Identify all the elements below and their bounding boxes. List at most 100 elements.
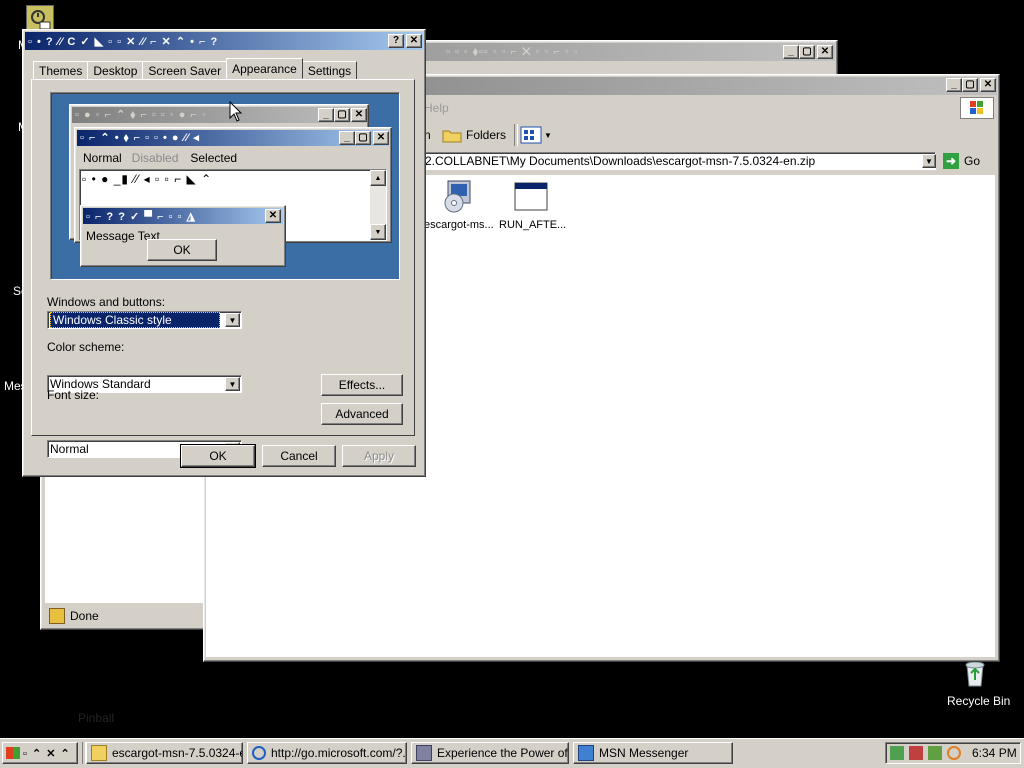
ie-icon — [252, 746, 266, 760]
task-button-explorer[interactable]: escargot-msn-7.5.0324-en — [86, 742, 243, 764]
zip-folder-icon — [91, 745, 107, 761]
go-button[interactable]: ➜ Go — [943, 152, 980, 170]
preview-msgbox-close: ✕ — [265, 209, 281, 223]
display-properties-dialog[interactable]: ▫ • ? ⁄⁄ C ✓ ◣ ▫ ▫ ✕ ⁄⁄ ⌐ ✕ ⌃ • ⌐ ? ? ✕ … — [22, 29, 426, 477]
task-label: MSN Messenger — [599, 746, 689, 760]
recycle-bin-icon — [965, 661, 985, 687]
preview-menu-bar: Normal Disabled Selected — [77, 149, 387, 167]
msn-messenger-icon — [578, 745, 594, 761]
back-maximize-button[interactable]: ▢ — [799, 45, 815, 59]
display-properties-icon — [416, 745, 432, 761]
tab-strip: Themes Desktop Screen Saver Appearance S… — [33, 58, 358, 79]
cancel-button[interactable]: Cancel — [262, 445, 336, 467]
windows-buttons-select[interactable]: Windows Classic style ▼ — [47, 311, 242, 329]
task-button-msn[interactable]: MSN Messenger — [573, 742, 733, 764]
tab-appearance[interactable]: Appearance — [226, 58, 303, 79]
address-value: 2.COLLABNET\My Documents\Downloads\escar… — [425, 154, 816, 168]
chevron-down-icon[interactable]: ▼ — [225, 377, 240, 391]
tab-screen-saver[interactable]: Screen Saver — [142, 61, 228, 79]
windows-buttons-label: Windows and buttons: — [47, 295, 166, 309]
scroll-up-icon: ▲ — [370, 170, 386, 186]
scroll-down-icon: ▼ — [370, 224, 386, 240]
start-windows-icon — [6, 747, 20, 759]
back-close-button[interactable]: ✕ — [817, 45, 833, 59]
system-tray: 6:34 PM — [885, 742, 1021, 764]
status-text: Done — [70, 609, 99, 623]
explorer-close-button[interactable]: ✕ — [980, 78, 996, 92]
help-button[interactable]: ? — [388, 34, 404, 48]
appearance-preview: ▫ ● ◦ ⌐ ⌃ ⬧ ⌐ ▫ ▫ ◦ ● ⌐ ◦ _ ▢ ✕ ▫ ⌐ ⌃ • … — [50, 92, 400, 280]
executable-icon — [514, 182, 548, 211]
recycle-bin-label: Recycle Bin — [947, 694, 1011, 708]
file-name: RUN_AFTE... — [499, 219, 567, 231]
tray-icon-3[interactable] — [928, 746, 942, 760]
preview-scrollbar: ▲ ▼ — [370, 170, 386, 240]
recycle-bin[interactable]: Recycle Bin — [940, 658, 1012, 710]
chevron-down-icon[interactable]: ▼ — [225, 313, 240, 327]
windows-logo-icon — [960, 97, 994, 119]
page-info-icon — [49, 608, 65, 624]
views-icon — [520, 126, 542, 144]
address-dropdown-button[interactable]: ▼ — [922, 154, 936, 168]
back-minimize-button[interactable]: _ — [783, 45, 799, 59]
preview-menu-normal: Normal — [83, 151, 122, 165]
preview-menu-selected: Selected — [190, 151, 238, 165]
task-label: http://go.microsoft.com/?... — [271, 746, 407, 760]
toolbar-separator — [514, 124, 518, 146]
go-label: Go — [964, 154, 981, 168]
preview-inactive-title: ▫ ● ◦ ⌐ ⌃ ⬧ ⌐ ▫ ▫ ◦ ● ⌐ ◦ — [75, 109, 207, 121]
explorer-minimize-button[interactable]: _ — [946, 78, 962, 92]
clock: 6:34 PM — [972, 746, 1017, 760]
chevron-down-icon: ▼ — [544, 130, 552, 140]
dialog-close-button[interactable]: ✕ — [406, 34, 422, 48]
folders-label: Folders — [466, 128, 507, 142]
effects-button[interactable]: Effects... — [321, 374, 403, 396]
preview-min-button: _ — [318, 108, 334, 122]
task-button-browser[interactable]: http://go.microsoft.com/?... — [247, 742, 407, 764]
explorer-maximize-button[interactable]: ▢ — [962, 78, 978, 92]
advanced-button[interactable]: Advanced — [321, 403, 403, 425]
preview-active-min-button: _ — [339, 131, 355, 145]
back-window-title: ▫ ▫ ◦ ⬧▫▫ ◦ ◦ ⌐ ✕ ◦ ◦ ⌐ ◦ ◦ — [446, 45, 579, 58]
menu-help[interactable]: Help — [424, 101, 449, 115]
preview-active-close-button: ✕ — [373, 131, 389, 145]
tray-icon-1[interactable] — [890, 746, 904, 760]
start-label: ▫ ⌃ ✕ ⌃ — [23, 747, 71, 760]
dialog-title: ▫ • ? ⁄⁄ C ✓ ◣ ▫ ▫ ✕ ⁄⁄ ⌐ ✕ ⌃ • ⌐ ? — [28, 35, 219, 48]
color-scheme-label: Color scheme: — [47, 340, 125, 354]
tab-desktop[interactable]: Desktop — [87, 61, 144, 79]
tab-settings[interactable]: Settings — [301, 61, 358, 79]
preview-menu-disabled: Disabled — [131, 151, 179, 165]
preview-active-max-button: ▢ — [355, 131, 371, 145]
task-label: Experience the Power of ... — [437, 746, 569, 760]
preview-close-button: ✕ — [351, 108, 367, 122]
views-button[interactable]: ▼ — [520, 125, 554, 145]
folder-icon — [442, 130, 462, 143]
task-button-experience[interactable]: Experience the Power of ... — [411, 742, 569, 764]
preview-window-text: ▫ • ● _▮ ⁄⁄ ◂ ▫ ▫ ⌐ ◣ ⌃ — [82, 172, 213, 186]
font-size-value: Normal — [50, 442, 89, 456]
ok-button[interactable]: OK — [180, 444, 256, 468]
search-icon[interactable] — [947, 746, 961, 760]
file-name: escargot-ms... — [424, 219, 494, 231]
tab-themes[interactable]: Themes — [33, 61, 89, 79]
file-item[interactable]: escargot-ms... — [420, 179, 494, 235]
start-button[interactable]: ▫ ⌃ ✕ ⌃ — [2, 742, 78, 764]
mouse-cursor-icon — [229, 101, 243, 122]
preview-message-box: ▫ ⌐ ? ? ✓ ▀ ⌐ ▫ ▫ ◮ ✕ Message Text OK — [80, 205, 286, 267]
apply-button[interactable]: Apply — [342, 445, 416, 467]
preview-max-button: ▢ — [334, 108, 350, 122]
dialog-titlebar[interactable]: ▫ • ? ⁄⁄ C ✓ ◣ ▫ ▫ ✕ ⁄⁄ ⌐ ✕ ⌃ • ⌐ ? — [25, 32, 423, 50]
back-status-bar: Done — [43, 607, 205, 625]
preview-msgbox-title: ▫ ⌐ ? ? ✓ ▀ ⌐ ▫ ▫ ◮ — [86, 210, 196, 223]
preview-msgbox-titlebar: ▫ ⌐ ? ? ✓ ▀ ⌐ ▫ ▫ ◮ — [83, 208, 283, 224]
address-input[interactable]: 2.COLLABNET\My Documents\Downloads\escar… — [424, 152, 936, 170]
desktop-faint-label: Pinball — [78, 711, 115, 725]
installer-icon — [444, 180, 471, 213]
appearance-panel: ▫ ● ◦ ⌐ ⌃ ⬧ ⌐ ▫ ▫ ◦ ● ⌐ ◦ _ ▢ ✕ ▫ ⌐ ⌃ • … — [31, 79, 415, 458]
preview-ok-button: OK — [147, 239, 217, 261]
tray-icon-2[interactable] — [909, 746, 923, 760]
go-arrow-icon: ➜ — [943, 153, 959, 169]
folders-button[interactable]: Folders — [442, 124, 506, 146]
file-item[interactable]: RUN_AFTE... — [494, 179, 570, 235]
